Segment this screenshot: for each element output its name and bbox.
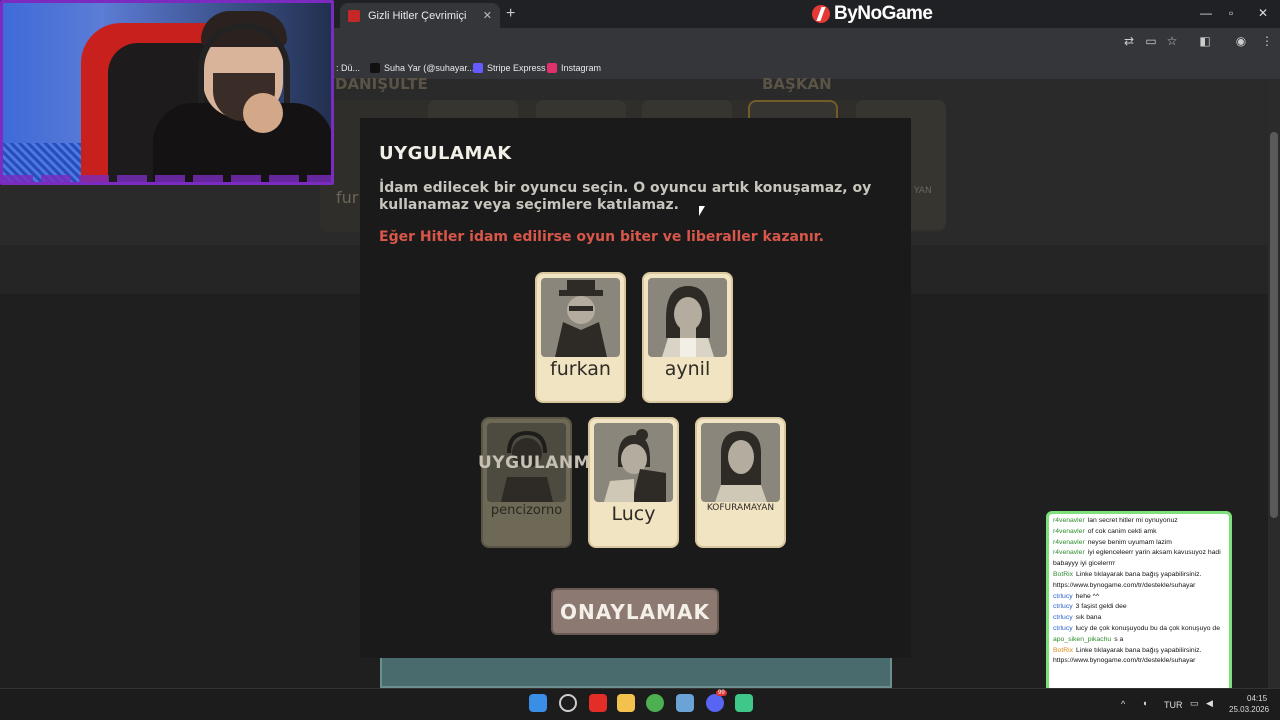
discord-icon[interactable] [706,694,724,712]
player-portrait [541,278,620,357]
menu-icon[interactable]: ⋮ [1260,34,1274,48]
volume-icon[interactable]: ◀ [1206,698,1213,709]
stream-chat-overlay: r4venavler lan secret hitler mi oynuyonuz… [1046,511,1232,697]
bookmark-tiktok[interactable]: Suha Yar (@suhayar... [370,61,474,75]
confirm-button[interactable]: ONAYLAMAK [551,588,719,635]
player-card-kofuramayan[interactable]: KOFURAMAYAN [695,417,786,548]
player-name: pencizorno [490,503,563,518]
execution-modal: UYGULAMAK İdam edilecek bir oyuncu seçin… [360,118,911,658]
chat-message: ctrlucy lucy de çok konuşuyodu bu da çok … [1053,624,1220,632]
chat-message: apo_siken_pikachu s a [1053,635,1124,643]
modal-description: İdam edilecek bir oyuncu seçin. O oyuncu… [379,180,872,213]
player-name: furkan [550,358,611,380]
bg-partial-name: fur [336,188,359,207]
bookmark-star-icon[interactable]: ☆ [1165,34,1179,48]
policy-board-strip [380,655,892,688]
taskbar [0,688,1280,720]
bg-header-left: DANIŞULTE [335,75,428,93]
network-icon[interactable]: ▭ [1190,698,1199,709]
cast-icon[interactable]: ▭ [1144,34,1158,48]
speedometer-icon[interactable] [559,694,577,712]
app-icon[interactable] [735,694,753,712]
webcam-overlay [0,0,334,185]
bg-partial-name: YAN [914,186,932,196]
window-close-icon[interactable]: ✕ [1258,6,1268,20]
clock-time[interactable]: 04:15 [1247,694,1267,703]
new-tab-button[interactable]: + [506,5,515,23]
discord-badge: 99 [716,690,727,696]
bynogame-logo: ByNoGame [812,2,933,26]
modal-warning: Eğer Hitler idam edilirse oyun biter ve … [379,229,824,245]
player-card-furkan[interactable]: furkan [535,272,626,403]
player-name: KOFURAMAYAN [706,503,775,513]
player-card-lucy[interactable]: Lucy [588,417,679,548]
bg-header-right: BAŞKAN [762,75,832,93]
tab-title: Gizli Hitler Çevrimiçi [368,9,467,22]
clock-date[interactable]: 25.03.2026 [1229,705,1269,714]
extensions-icon[interactable]: ◧ [1198,34,1212,48]
tray-overflow-icon[interactable]: ^ [1121,699,1125,709]
chat-message: ctrlucy sık bana [1053,614,1102,622]
player-name: aynil [664,358,711,380]
bookmark-item[interactable]: : Dü... [336,61,360,75]
app-icon[interactable] [676,694,694,712]
language-indicator[interactable]: TUR [1164,700,1183,710]
chat-message: r4venavler neyse benim uyumam lazim [1053,538,1172,546]
chrome-icon[interactable] [646,694,664,712]
player-card-aynil[interactable]: aynil [642,272,733,403]
player-portrait [594,423,673,502]
bynogame-logo-icon [812,5,830,23]
chat-message: ctrlucy 3 faşist geldi dee [1053,603,1127,611]
player-card-pencizorno: pencizorno [481,417,572,548]
browser-tab[interactable]: Gizli Hitler Çevrimiçi ✕ [340,3,500,28]
minimize-icon[interactable]: — [1200,6,1212,20]
player-name: Lucy [611,503,656,525]
start-windows-icon[interactable] [529,694,547,712]
file-explorer-icon[interactable] [617,694,635,712]
restore-icon[interactable]: ▫ [1229,6,1233,20]
profile-icon[interactable]: ◉ [1234,34,1248,48]
youtube-icon[interactable] [589,694,607,712]
chat-message: ctrlucy hehe ^^ [1053,592,1100,600]
brand-text: ByNoGame [834,3,933,24]
tiktok-icon [370,63,380,73]
chat-message: r4venavler lan secret hitler mi oynuyonuz [1053,517,1178,524]
bookmark-instagram[interactable]: Instagram [547,61,601,75]
tab-favicon-icon [348,9,360,22]
microphone-icon[interactable]: ◖ [1142,698,1147,708]
player-portrait [648,278,727,357]
chat-message: r4venavler iyi eglenceleerr yarin aksam k… [1053,549,1221,568]
chat-message: BotRix Linke tıklayarak bana bağış yapabi… [1053,646,1202,665]
translate-icon[interactable]: ⇄ [1122,34,1136,48]
chat-message: r4venavler of cok canim cekti amk [1053,527,1157,535]
modal-title: UYGULAMAK [379,143,512,164]
tab-close-icon[interactable]: ✕ [483,9,492,22]
chat-message: BotRix Linke tıklayarak bana bağış yapabi… [1053,570,1202,589]
mouse-cursor-icon [699,206,705,216]
webcam-frame [3,175,331,182]
instagram-icon [547,63,557,73]
page-scrollbar-thumb[interactable] [1270,132,1278,518]
stripe-icon [473,63,483,73]
bookmark-stripe[interactable]: Stripe Express [473,61,546,75]
player-portrait [701,423,780,502]
screen: Gizli Hitler Çevrimiçi ✕ + ByNoGame — ▫ … [0,0,1280,720]
